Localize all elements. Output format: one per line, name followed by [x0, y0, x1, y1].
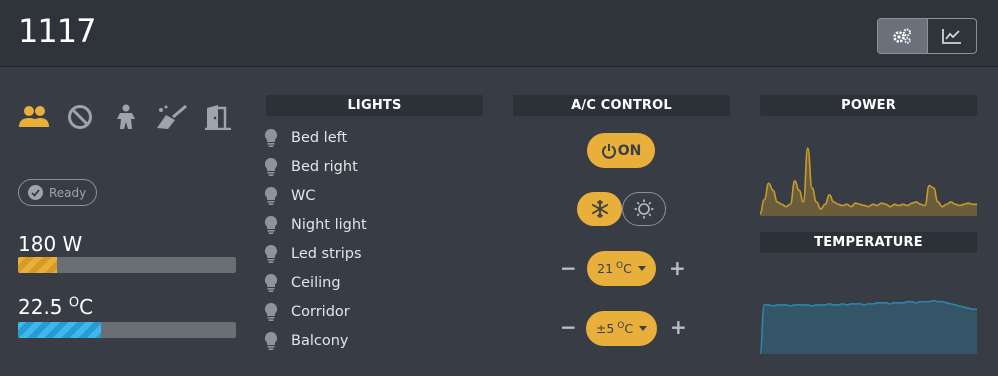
room-header: 1117 [0, 0, 998, 67]
settings-view-button[interactable] [878, 19, 927, 53]
view-toggle [877, 18, 977, 54]
ac-power-button[interactable]: ON [587, 133, 655, 168]
setpoint-increase-button[interactable]: + [669, 256, 686, 280]
light-toggle-item[interactable]: WC [264, 181, 367, 210]
occupied-users-icon[interactable] [18, 102, 50, 132]
setpoint-select[interactable]: 21 OC [587, 251, 656, 286]
light-label: Bed right [291, 158, 358, 175]
lightbulb-icon [264, 186, 291, 206]
lightbulb-icon [264, 128, 291, 148]
lightbulb-icon [264, 244, 291, 264]
ac-power-label: ON [617, 142, 642, 159]
line-chart-icon [942, 29, 961, 44]
offset-select[interactable]: ±5 OC [586, 311, 657, 346]
power-chart-header: POWER [760, 95, 977, 116]
light-label: Bed left [291, 129, 348, 146]
offset-decrease-button[interactable]: − [560, 315, 577, 339]
lights-list: Bed left Bed right WC Night light Led strips… [264, 123, 367, 355]
temperature-chart-header: TEMPERATURE [760, 232, 977, 253]
sun-icon [634, 199, 654, 219]
light-label: WC [291, 187, 316, 204]
setpoint-decrease-button[interactable]: − [560, 256, 577, 280]
lightbulb-icon [264, 331, 291, 351]
ready-status-badge[interactable]: Ready [18, 179, 97, 206]
light-label: Ceiling [291, 274, 341, 291]
gears-icon [893, 28, 912, 44]
temperature-series-area [760, 300, 977, 354]
offset-increase-button[interactable]: + [670, 315, 687, 339]
light-toggle-item[interactable]: Night light [264, 210, 367, 239]
temperature-bar [18, 322, 236, 338]
do-not-disturb-icon[interactable] [64, 102, 96, 132]
power-bar [18, 257, 236, 273]
cleaning-broom-icon[interactable] [156, 102, 188, 132]
light-label: Corridor [291, 303, 350, 320]
lightbulb-icon [264, 302, 291, 322]
power-chart [760, 147, 977, 216]
room-status-icons [18, 102, 234, 132]
temperature-value: 22.5 OC [18, 295, 94, 319]
temperature-bar-fill [18, 322, 101, 338]
light-toggle-item[interactable]: Bed right [264, 152, 367, 181]
light-toggle-item[interactable]: Corridor [264, 297, 367, 326]
light-label: Led strips [291, 245, 362, 262]
lightbulb-icon [264, 215, 291, 235]
power-bar-fill [18, 257, 58, 273]
ready-label: Ready [49, 185, 87, 200]
room-number: 1117 [18, 12, 96, 50]
light-toggle-item[interactable]: Led strips [264, 239, 367, 268]
person-icon[interactable] [110, 102, 142, 132]
light-toggle-item[interactable]: Ceiling [264, 268, 367, 297]
check-icon [28, 185, 43, 200]
caret-down-icon [637, 266, 646, 271]
snowflake-icon [591, 200, 608, 218]
door-icon[interactable] [202, 102, 234, 132]
light-label: Night light [291, 216, 367, 233]
light-toggle-item[interactable]: Bed left [264, 123, 367, 152]
caret-down-icon [639, 326, 648, 331]
ac-section-header: A/C CONTROL [513, 95, 730, 116]
light-label: Balcony [291, 332, 349, 349]
power-icon [601, 143, 616, 159]
lightbulb-icon [264, 157, 291, 177]
temperature-chart [760, 299, 977, 354]
power-value: 180 W [18, 232, 83, 256]
heat-mode-button[interactable] [622, 192, 666, 226]
cool-mode-button[interactable] [577, 192, 622, 226]
lightbulb-icon [264, 273, 291, 293]
light-toggle-item[interactable]: Balcony [264, 326, 367, 355]
charts-view-button[interactable] [926, 19, 976, 53]
lights-section-header: LIGHTS [266, 95, 483, 116]
